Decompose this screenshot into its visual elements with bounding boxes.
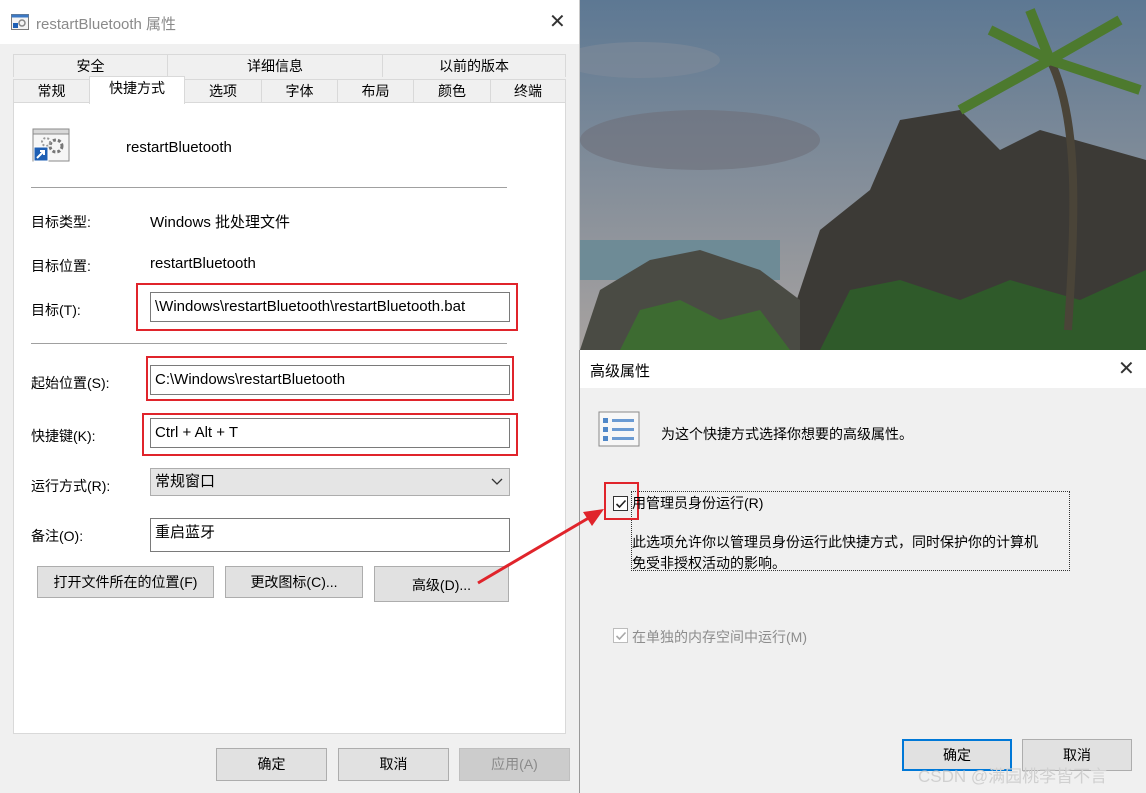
advanced-button[interactable]: 高级(D)... <box>374 566 509 602</box>
shortcut-name: restartBluetooth <box>126 139 232 156</box>
target-type-label: 目标类型: <box>31 214 91 230</box>
comment-label: 备注(O): <box>31 528 84 544</box>
shortcut-key-label: 快捷键(K): <box>31 428 96 444</box>
checkmark-icon <box>615 631 627 641</box>
tab-details[interactable]: 详细信息 <box>167 54 383 77</box>
change-icon-button[interactable]: 更改图标(C)... <box>225 566 363 598</box>
target-type-value: Windows 批处理文件 <box>150 214 291 231</box>
close-icon[interactable]: ✕ <box>549 12 566 32</box>
divider <box>31 343 507 344</box>
checklist-icon <box>598 411 640 447</box>
target-location-value: restartBluetooth <box>150 255 256 272</box>
properties-title: restartBluetooth 属性 <box>36 16 177 33</box>
properties-title-bar[interactable]: restartBluetooth 属性 ✕ <box>0 0 579 44</box>
tab-security[interactable]: 安全 <box>13 54 168 77</box>
run-select-value: 常规窗口 <box>155 473 216 490</box>
advanced-description: 为这个快捷方式选择你想要的高级属性。 <box>661 426 913 442</box>
cancel-button[interactable]: 取消 <box>338 748 449 781</box>
open-file-location-button[interactable]: 打开文件所在的位置(F) <box>37 566 214 598</box>
start-in-highlight <box>146 356 514 401</box>
tab-layout[interactable]: 布局 <box>337 79 414 102</box>
advanced-properties-dialog: 高级属性 ✕ 为这个快捷方式选择你想要的高级属性。 用管理员身份运行(R) 此选… <box>579 350 1146 793</box>
separate-memory-checkbox[interactable] <box>613 628 628 643</box>
tab-previous-versions[interactable]: 以前的版本 <box>382 54 566 77</box>
run-label: 运行方式(R): <box>31 478 111 494</box>
tab-general[interactable]: 常规 <box>13 79 90 102</box>
advanced-title: 高级属性 <box>590 363 651 380</box>
run-as-admin-label[interactable]: 用管理员身份运行(R) <box>632 493 763 513</box>
run-as-admin-help: 此选项允许你以管理员身份运行此快捷方式，同时保护你的计算机 <box>632 534 1038 550</box>
tab-options[interactable]: 选项 <box>184 79 262 102</box>
run-as-admin-help: 免受非授权活动的影响。 <box>632 555 786 571</box>
ok-button[interactable]: 确定 <box>216 748 327 781</box>
target-label: 目标(T): <box>31 302 81 318</box>
batch-file-icon <box>32 128 70 162</box>
run-select[interactable]: 常规窗口 <box>150 468 510 496</box>
shortcut-key-highlight <box>142 413 518 456</box>
tab-terminal[interactable]: 终端 <box>490 79 566 102</box>
tab-shortcut[interactable]: 快捷方式 <box>89 76 185 104</box>
chevron-down-icon <box>491 478 503 485</box>
apply-button[interactable]: 应用(A) <box>459 748 570 781</box>
properties-dialog: restartBluetooth 属性 ✕ 安全 详细信息 以前的版本 常规 快… <box>0 0 580 793</box>
divider <box>31 187 507 188</box>
start-in-label: 起始位置(S): <box>31 375 110 391</box>
target-highlight <box>136 283 518 331</box>
advanced-title-bar[interactable]: 高级属性 ✕ <box>580 350 1146 388</box>
watermark: CSDN @满园桃李皆不言 <box>918 767 1108 786</box>
shortcut-file-icon <box>11 14 29 30</box>
tab-colors[interactable]: 颜色 <box>413 79 491 102</box>
tab-font[interactable]: 字体 <box>261 79 338 102</box>
separate-memory-label: 在单独的内存空间中运行(M) <box>632 629 807 645</box>
close-icon[interactable]: ✕ <box>1118 359 1135 379</box>
comment-input[interactable]: 重启蓝牙 <box>150 518 510 552</box>
target-location-label: 目标位置: <box>31 258 91 274</box>
